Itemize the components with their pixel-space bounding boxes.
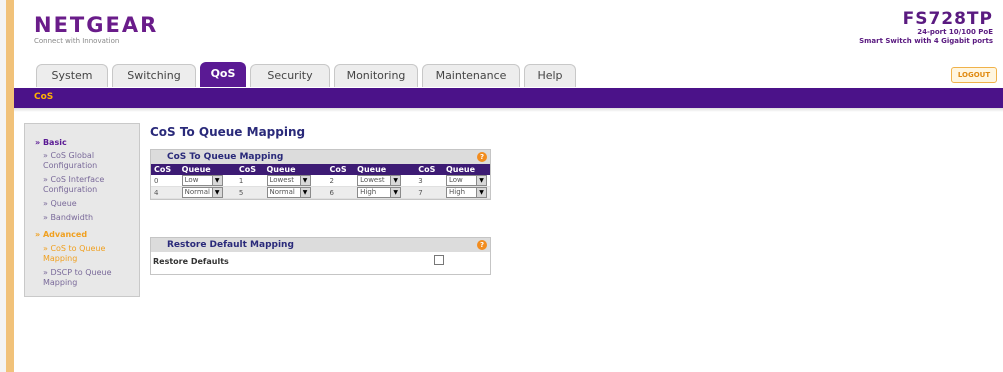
model-line2: Smart Switch with 4 Gigabit ports <box>859 37 993 45</box>
sidebar-item-label: Queue <box>50 199 77 208</box>
model-name: FS728TP <box>902 9 993 29</box>
sidebar-header-advanced[interactable]: » Advanced <box>35 230 87 240</box>
sidebar-header-basic[interactable]: » Basic <box>35 138 67 148</box>
sub-nav-bar: CoS <box>14 88 1003 108</box>
chevron-down-icon: ▼ <box>299 188 310 197</box>
sidebar-item-cos-to-queue[interactable]: » CoS to Queue Mapping <box>43 244 135 264</box>
tab-maintenance[interactable]: Maintenance <box>422 64 520 87</box>
logout-button[interactable]: LOGOUT <box>951 67 997 83</box>
sidebar: » Basic » CoS Global Configuration » CoS… <box>24 123 140 297</box>
queue-select-value: Normal <box>269 188 295 196</box>
table-row: 4 Normal ▼ 5 Normal ▼ 6 High ▼ 7 High ▼ <box>151 186 490 199</box>
col-header-cos: CoS <box>235 164 264 175</box>
col-header-queue: Queue <box>443 164 490 175</box>
sidebar-item-bandwidth[interactable]: » Bandwidth <box>43 213 93 223</box>
left-edge-bar <box>0 0 14 372</box>
mapping-panel: CoS To Queue Mapping ? CoS Queue CoS Que… <box>150 149 491 200</box>
page-title: CoS To Queue Mapping <box>150 125 306 139</box>
queue-select-value: Lowest <box>360 176 385 184</box>
queue-select-value: Normal <box>184 188 210 196</box>
col-header-queue: Queue <box>178 164 236 175</box>
queue-select-cos6[interactable]: High ▼ <box>357 187 402 198</box>
queue-select-cos3[interactable]: Low ▼ <box>446 175 487 186</box>
col-header-queue: Queue <box>354 164 416 175</box>
restore-defaults-label: Restore Defaults <box>153 257 229 266</box>
chevron-down-icon: ▼ <box>476 188 486 197</box>
chevron-down-icon: ▼ <box>211 176 222 185</box>
queue-select-value: Low <box>449 176 463 184</box>
table-header-row: CoS Queue CoS Queue CoS Queue CoS Queue <box>151 164 490 175</box>
help-icon[interactable]: ? <box>477 152 487 162</box>
restore-panel: Restore Default Mapping ? Restore Defaul… <box>150 237 491 275</box>
tab-qos[interactable]: QoS <box>200 62 246 87</box>
chevron-down-icon: ▼ <box>390 176 401 185</box>
restore-panel-title: Restore Default Mapping <box>167 240 294 250</box>
col-header-cos: CoS <box>151 164 179 175</box>
queue-select-value: High <box>360 188 377 196</box>
sidebar-item-label: CoS Interface Configuration <box>43 175 105 194</box>
cos-value: 4 <box>151 186 179 199</box>
cos-value: 1 <box>235 175 264 187</box>
left-edge-accent <box>6 0 14 372</box>
nav-shadow <box>14 108 1003 112</box>
queue-select-cos5[interactable]: Normal ▼ <box>266 187 311 198</box>
brand-name: NETGEAR <box>34 13 159 37</box>
queue-select-value: High <box>449 188 466 196</box>
mapping-panel-header: CoS To Queue Mapping ? <box>151 150 490 164</box>
subnav-cos[interactable]: CoS <box>34 92 53 102</box>
model-info: FS728TP 24-port 10/100 PoE Smart Switch … <box>859 10 993 46</box>
chevron-down-icon: ▼ <box>476 176 486 185</box>
queue-select-cos1[interactable]: Lowest ▼ <box>266 175 311 186</box>
restore-panel-header: Restore Default Mapping ? <box>151 238 490 252</box>
sidebar-item-dscp-to-queue[interactable]: » DSCP to Queue Mapping <box>43 268 135 288</box>
sidebar-item-label: CoS Global Configuration <box>43 151 98 170</box>
netgear-logo: NETGEAR Connect with Innovation <box>34 14 158 45</box>
cos-value: 6 <box>326 186 355 199</box>
col-header-queue: Queue <box>263 164 327 175</box>
sidebar-item-label: Bandwidth <box>50 213 94 222</box>
help-icon[interactable]: ? <box>477 240 487 250</box>
queue-select-cos4[interactable]: Normal ▼ <box>181 187 223 198</box>
sidebar-item-cos-interface[interactable]: » CoS Interface Configuration <box>43 175 135 195</box>
cos-queue-table: CoS Queue CoS Queue CoS Queue CoS Queue … <box>151 164 490 199</box>
chevron-down-icon: ▼ <box>299 176 310 185</box>
sidebar-header-basic-label: Basic <box>42 138 67 147</box>
sidebar-item-label: DSCP to Queue Mapping <box>43 268 112 287</box>
model-line1: 24-port 10/100 PoE <box>917 28 993 36</box>
cos-value: 5 <box>235 186 264 199</box>
queue-select-cos2[interactable]: Lowest ▼ <box>357 175 402 186</box>
mapping-panel-title: CoS To Queue Mapping <box>167 152 284 162</box>
sidebar-header-advanced-label: Advanced <box>42 230 88 239</box>
queue-select-cos7[interactable]: High ▼ <box>446 187 487 198</box>
cos-value: 0 <box>151 175 179 187</box>
tab-monitoring[interactable]: Monitoring <box>334 64 418 87</box>
cos-value: 2 <box>326 175 355 187</box>
col-header-cos: CoS <box>415 164 443 175</box>
table-row: 0 Low ▼ 1 Lowest ▼ 2 Lowest ▼ 3 Low ▼ <box>151 175 490 187</box>
queue-select-value: Lowest <box>269 176 294 184</box>
chevron-down-icon: ▼ <box>390 188 401 197</box>
tab-system[interactable]: System <box>36 64 108 87</box>
queue-select-value: Low <box>184 176 199 184</box>
tab-switching[interactable]: Switching <box>112 64 196 87</box>
cos-value: 3 <box>415 175 443 187</box>
sidebar-item-queue[interactable]: » Queue <box>43 199 77 209</box>
col-header-cos: CoS <box>326 164 355 175</box>
tab-help[interactable]: Help <box>524 64 576 87</box>
restore-defaults-checkbox[interactable] <box>434 255 444 265</box>
tab-security[interactable]: Security <box>250 64 330 87</box>
sidebar-item-cos-global[interactable]: » CoS Global Configuration <box>43 151 135 171</box>
chevron-down-icon: ▼ <box>211 188 222 197</box>
brand-tagline: Connect with Innovation <box>34 37 120 45</box>
sidebar-item-label: CoS to Queue Mapping <box>43 244 106 263</box>
queue-select-cos0[interactable]: Low ▼ <box>181 175 223 186</box>
cos-value: 7 <box>415 186 443 199</box>
